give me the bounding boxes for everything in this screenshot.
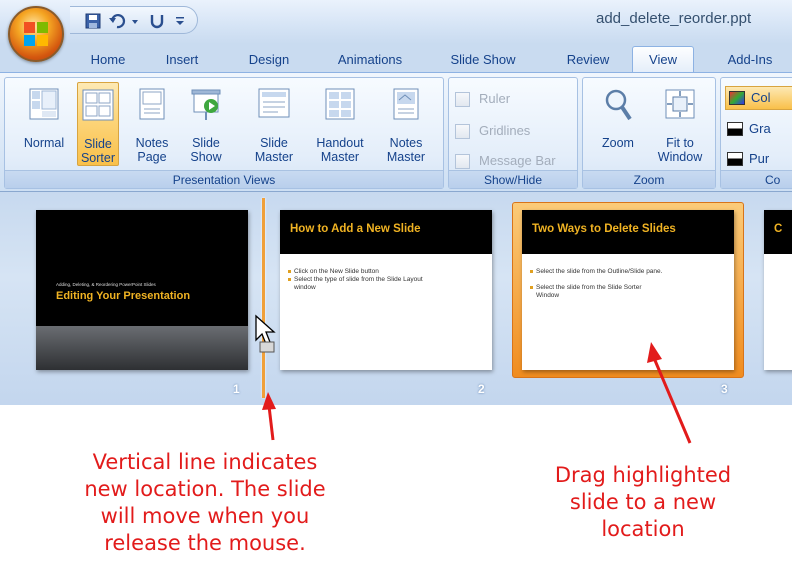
office-logo-icon <box>24 22 48 46</box>
left-annotation-text: Vertical line indicates new location. Th… <box>84 450 326 555</box>
office-button[interactable] <box>8 6 64 62</box>
right-annotation-arrow <box>647 342 692 444</box>
left-annotation-arrow <box>262 392 276 441</box>
right-annotation-text: Drag highlighted slide to a new location <box>554 463 732 541</box>
